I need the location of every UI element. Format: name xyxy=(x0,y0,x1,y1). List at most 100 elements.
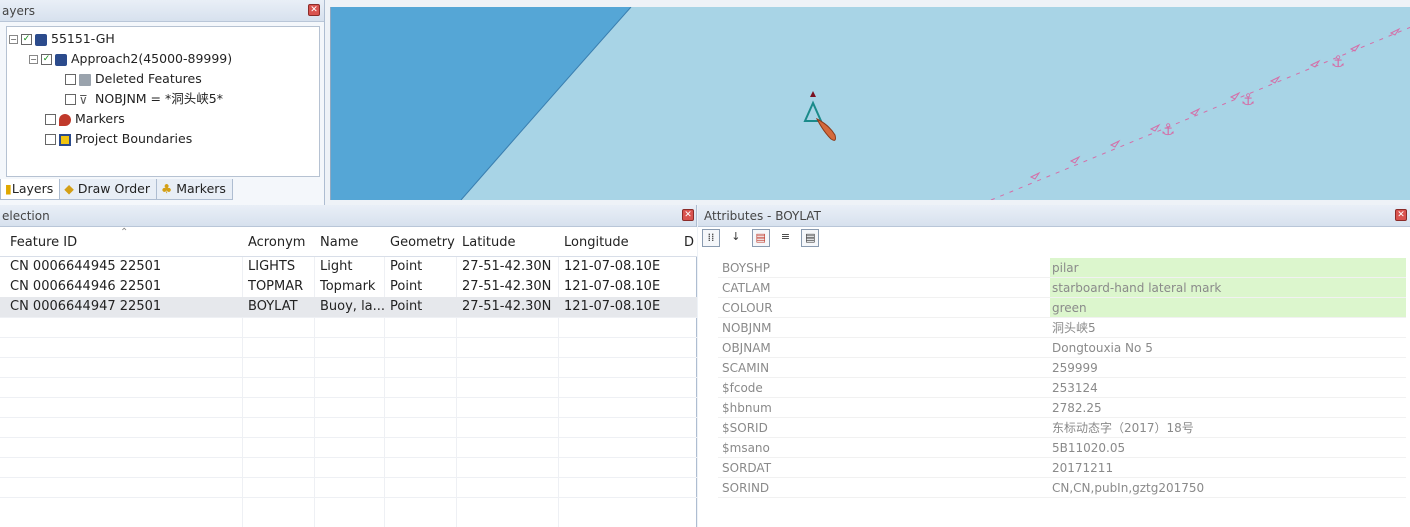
attribute-row[interactable]: SCAMIN 259999 xyxy=(718,358,1406,378)
tab-label: Draw Order xyxy=(77,181,151,196)
cell-feature-id: CN 0006644947 22501 xyxy=(10,299,162,314)
attribute-value[interactable]: 东标动态字（2017）18号 xyxy=(1052,418,1194,438)
layer-checkbox[interactable] xyxy=(45,114,56,125)
cell-latitude: 27-51-42.30N xyxy=(462,279,552,294)
layer-checkbox[interactable] xyxy=(65,94,76,105)
attribute-row[interactable]: SORIND CN,CN,pubIn,gztg201750 xyxy=(718,478,1406,498)
grid-rule xyxy=(0,317,697,318)
attribute-key: $fcode xyxy=(722,381,763,395)
layer-item-project-boundaries[interactable]: Project Boundaries xyxy=(45,129,192,149)
cell-name: Buoy, la... xyxy=(320,299,386,314)
list-view-icon[interactable]: ≡ xyxy=(776,229,794,247)
table-row[interactable]: CN 0006644945 22501 LIGHTS Light Point 2… xyxy=(0,257,697,277)
attributes-close-icon[interactable]: ✕ xyxy=(1395,209,1407,221)
svg-text:⚓: ⚓ xyxy=(1161,120,1175,139)
attribute-row[interactable]: $msano 5B11020.05 xyxy=(718,438,1406,458)
attribute-value[interactable]: Dongtouxia No 5 xyxy=(1052,338,1153,358)
tab-markers[interactable]: ♣ Markers xyxy=(156,179,233,200)
layer-item-deleted-features[interactable]: Deleted Features xyxy=(65,69,202,89)
layers-close-icon[interactable]: ✕ xyxy=(308,4,320,16)
attribute-value[interactable]: 259999 xyxy=(1052,358,1098,378)
attribute-value[interactable]: CN,CN,pubIn,gztg201750 xyxy=(1052,478,1204,498)
layer-item-approach2[interactable]: − ✓ Approach2(45000-89999) xyxy=(29,49,232,69)
attribute-value[interactable]: 洞头峡5 xyxy=(1052,318,1096,338)
grid-rule xyxy=(0,377,697,378)
layer-item-filter[interactable]: ⊽ NOBJNM = *洞头峡5* xyxy=(65,89,223,109)
attribute-row[interactable]: $SORID 东标动态字（2017）18号 xyxy=(718,418,1406,438)
grid-rule xyxy=(0,417,697,418)
attribute-key: COLOUR xyxy=(722,301,773,315)
layer-label: 55151-GH xyxy=(51,31,115,46)
table-row[interactable]: CN 0006644946 22501 TOPMAR Topmark Point… xyxy=(0,277,697,297)
attribute-key: SORIND xyxy=(722,481,770,495)
svg-text:⚓: ⚓ xyxy=(1331,52,1345,71)
detail-view-icon[interactable]: ▤ xyxy=(801,229,820,247)
layers-tab-icon: ▮ xyxy=(5,181,12,196)
col-header-longitude[interactable]: Longitude xyxy=(564,235,629,250)
attribute-key: SCAMIN xyxy=(722,361,770,375)
property-pages-icon[interactable]: ▤ xyxy=(751,229,770,247)
attribute-row[interactable]: CATLAM starboard-hand lateral mark xyxy=(718,278,1406,298)
grid-rule xyxy=(0,477,697,478)
selection-panel: election ✕ Feature ID ⌃ Acronym Name Geo… xyxy=(0,205,697,527)
attribute-value[interactable]: 5B11020.05 xyxy=(1052,438,1125,458)
layer-label: Approach2(45000-89999) xyxy=(71,51,233,66)
attribute-value[interactable]: 253124 xyxy=(1052,378,1098,398)
tab-draw-order[interactable]: ◆ Draw Order xyxy=(59,179,158,200)
layer-checkbox[interactable] xyxy=(45,134,56,145)
col-header-d[interactable]: D xyxy=(684,235,694,250)
attribute-key: CATLAM xyxy=(722,281,771,295)
attribute-key: SORDAT xyxy=(722,461,772,475)
layer-checkbox[interactable] xyxy=(65,74,76,85)
layers-title-text: ayers xyxy=(2,4,36,18)
col-header-feature-id[interactable]: Feature ID xyxy=(10,235,77,250)
grid-rule xyxy=(0,457,697,458)
collapse-icon[interactable]: − xyxy=(9,35,18,44)
col-header-latitude[interactable]: Latitude xyxy=(462,235,516,250)
col-header-name[interactable]: Name xyxy=(320,235,358,250)
attribute-value[interactable]: starboard-hand lateral mark xyxy=(1052,278,1221,298)
tab-layers[interactable]: ▮Layers xyxy=(0,179,61,200)
attribute-row[interactable]: SORDAT 20171211 xyxy=(718,458,1406,478)
attribute-value[interactable]: green xyxy=(1052,298,1087,318)
layers-tabs: ▮Layers ◆ Draw Order ♣ Markers xyxy=(0,179,233,201)
layer-item-55151-gh[interactable]: − ✓ 55151-GH xyxy=(9,29,115,49)
attribute-row[interactable]: NOBJNM 洞头峡5 xyxy=(718,318,1406,338)
layer-checkbox[interactable]: ✓ xyxy=(21,34,32,45)
deep-water-area xyxy=(331,7,631,200)
attribute-key: BOYSHP xyxy=(722,261,771,275)
boundaries-icon xyxy=(59,133,71,146)
col-header-acronym[interactable]: Acronym xyxy=(248,235,305,250)
grid-rule xyxy=(0,497,697,498)
attribute-value[interactable]: 20171211 xyxy=(1052,458,1113,478)
attribute-row[interactable]: $hbnum 2782.25 xyxy=(718,398,1406,418)
database-icon xyxy=(35,33,47,46)
buoy-symbol[interactable] xyxy=(803,91,836,141)
attribute-row[interactable]: OBJNAM Dongtouxia No 5 xyxy=(718,338,1406,358)
attribute-key: $msano xyxy=(722,441,770,455)
attribute-row[interactable]: $fcode 253124 xyxy=(718,378,1406,398)
attribute-row[interactable]: COLOUR green xyxy=(718,298,1406,318)
col-header-geometry[interactable]: Geometry xyxy=(390,235,455,250)
attribute-key: OBJNAM xyxy=(722,341,771,355)
layer-label: Deleted Features xyxy=(95,71,202,86)
sort-alpha-icon[interactable]: ↓ xyxy=(727,229,745,247)
selection-close-icon[interactable]: ✕ xyxy=(682,209,694,221)
attribute-value[interactable]: pilar xyxy=(1052,258,1079,278)
collapse-icon[interactable]: − xyxy=(29,55,38,64)
layers-panel: ayers ✕ − ✓ 55151-GH − ✓ Approach2(45000-899… xyxy=(0,0,325,205)
table-row-selected[interactable]: CN 0006644947 22501 BOYLAT Buoy, la... P… xyxy=(0,297,697,317)
categorized-view-icon[interactable]: ⁞⁞ xyxy=(702,229,720,247)
chart-map-view[interactable]: ⚓ ⚓ ⚓ xyxy=(330,7,1410,200)
attribute-value[interactable]: 2782.25 xyxy=(1052,398,1102,418)
layer-label: Markers xyxy=(75,111,125,126)
attribute-key: NOBJNM xyxy=(722,321,772,335)
map-canvas[interactable]: ⚓ ⚓ ⚓ xyxy=(331,7,1410,200)
attribute-row[interactable]: BOYSHP pilar xyxy=(718,258,1406,278)
cell-acronym: LIGHTS xyxy=(248,259,296,274)
layer-checkbox[interactable]: ✓ xyxy=(41,54,52,65)
attributes-toolbar: ⁞⁞ ↓ ▤ ≡ ▤ xyxy=(702,229,822,251)
cell-acronym: BOYLAT xyxy=(248,299,298,314)
layer-item-markers[interactable]: Markers xyxy=(45,109,125,129)
grid-rule xyxy=(0,357,697,358)
